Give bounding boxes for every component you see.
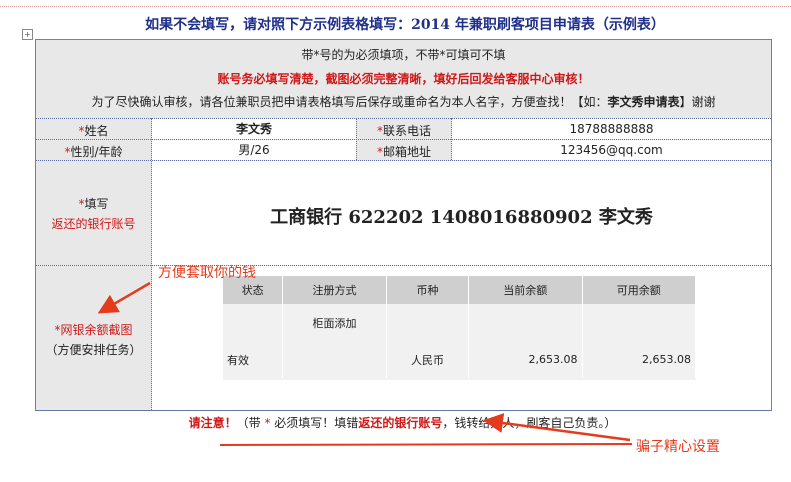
annotation-arrows — [97, 281, 633, 446]
arrow-to-footer-highlight — [483, 413, 631, 442]
arrow-long-baseline — [219, 443, 633, 446]
arrow-to-screenshot-label — [97, 281, 151, 314]
